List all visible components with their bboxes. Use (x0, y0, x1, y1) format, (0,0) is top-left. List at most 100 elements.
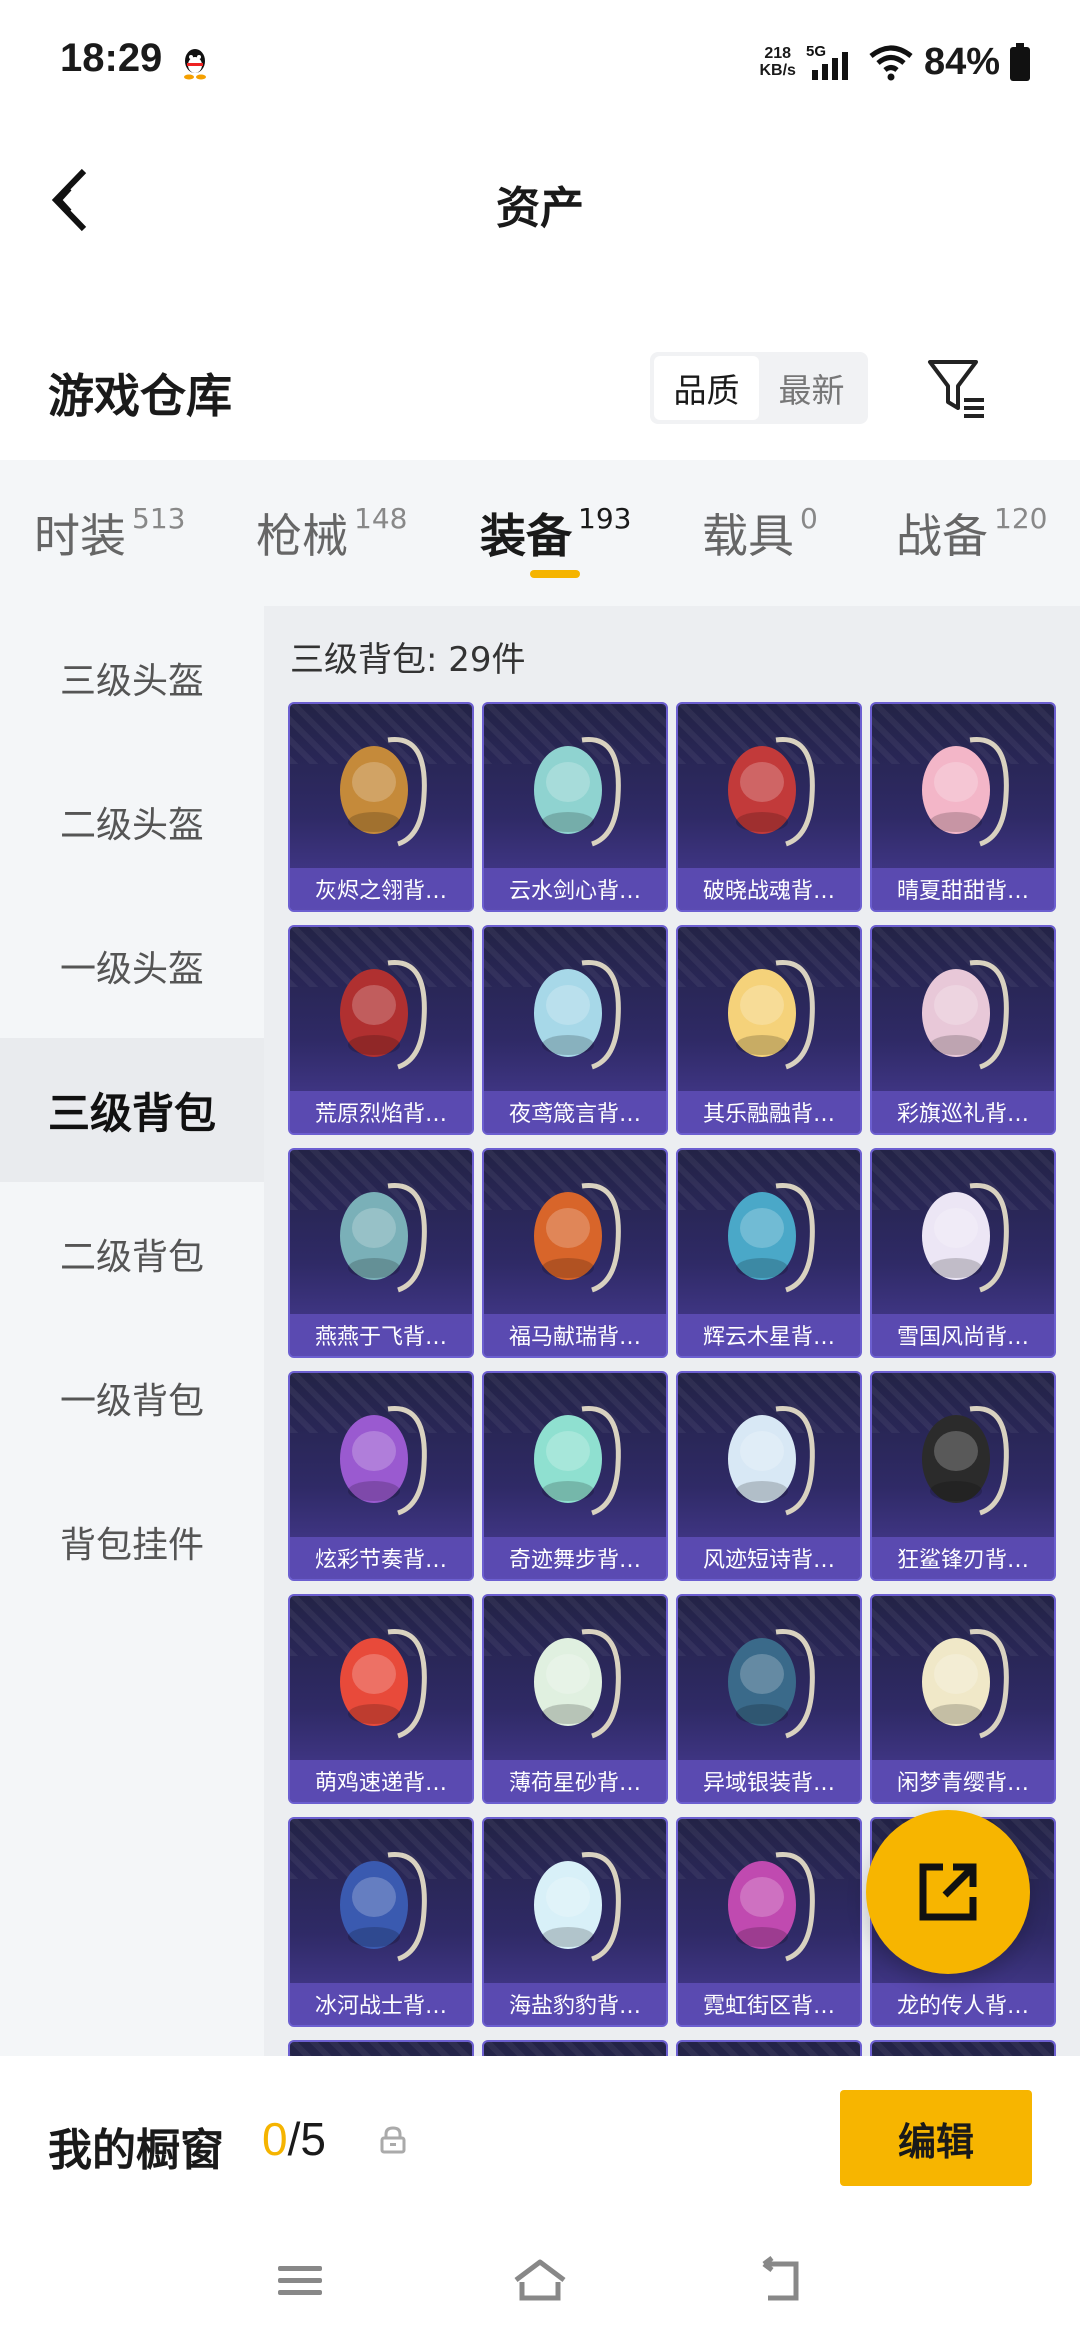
item-card[interactable]: 燕燕于飞背… (288, 1148, 474, 1358)
lock-icon (380, 2126, 406, 2154)
sort-latest-option[interactable]: 最新 (759, 356, 864, 420)
item-card-label: 异域银装背… (678, 1760, 860, 1802)
backpack-icon (534, 959, 621, 1070)
item-card-label: 狂鲨锋刃背… (872, 1537, 1054, 1579)
wifi-icon (869, 45, 913, 81)
backpack-icon (922, 736, 1009, 847)
qq-notification-icon (184, 49, 206, 80)
svg-text:5G: 5G (806, 43, 826, 60)
item-card[interactable]: 冰河战士背… (288, 1817, 474, 2027)
item-card[interactable]: 海盐豹豹背… (482, 1817, 668, 2027)
edit-button[interactable]: 编辑 (840, 2090, 1032, 2186)
sidebar-item-helmet-1[interactable]: 一级头盔 (0, 894, 264, 1038)
backpack-icon (728, 1851, 815, 1962)
sidebar-item-helmet-2[interactable]: 二级头盔 (0, 750, 264, 894)
item-card[interactable]: 云水剑心背… (482, 702, 668, 912)
item-card[interactable]: 荒原烈焰背… (288, 925, 474, 1135)
item-card[interactable]: 狂鲨锋刃背… (870, 1371, 1056, 1581)
backpack-icon (534, 1182, 621, 1293)
item-card-label: 夜鸢箴言背… (484, 1091, 666, 1133)
status-bar: 18:29 218 KB/s 5G 84% (0, 0, 1080, 120)
sidebar-item-backpack-1[interactable]: 一级背包 (0, 1326, 264, 1470)
item-card[interactable]: 晴夏甜甜背… (870, 702, 1056, 912)
item-card-label: 雪国风尚背… (872, 1314, 1054, 1356)
item-card[interactable] (288, 2040, 474, 2056)
backpack-icon (922, 1182, 1009, 1293)
item-card-label: 晴夏甜甜背… (872, 868, 1054, 910)
item-card-label: 风迹短诗背… (678, 1537, 860, 1579)
backpack-icon (340, 736, 427, 847)
item-card-label: 萌鸡速递背… (290, 1760, 472, 1802)
back-nav-icon[interactable] (750, 2256, 810, 2306)
item-card-label: 其乐融融背… (678, 1091, 860, 1133)
system-nav-bar (0, 2216, 1080, 2344)
item-card-label: 灰烬之翎背… (290, 868, 472, 910)
sidebar-item-helmet-3[interactable]: 三级头盔 (0, 606, 264, 750)
backpack-icon (534, 1628, 621, 1739)
cellular-5g-icon: 5G (806, 43, 848, 80)
item-card[interactable]: 奇迹舞步背… (482, 1371, 668, 1581)
item-card[interactable]: 破晓战魂背… (676, 702, 862, 912)
menu-icon[interactable] (270, 2256, 330, 2306)
backpack-icon (728, 959, 815, 1070)
item-card[interactable]: 夜鸢箴言背… (482, 925, 668, 1135)
sort-toggle: 品质 最新 (650, 352, 868, 424)
item-card[interactable]: 炫彩节奏背… (288, 1371, 474, 1581)
share-fab-button[interactable] (866, 1810, 1030, 1974)
home-icon[interactable] (510, 2256, 570, 2306)
external-link-icon (919, 1863, 977, 1921)
battery-icon (1010, 43, 1030, 81)
tab-firearms[interactable]: 枪械 148 (256, 500, 407, 566)
item-card[interactable] (870, 2040, 1056, 2056)
sidebar-item-backpack-3[interactable]: 三级背包 (0, 1038, 264, 1182)
category-tabs: 时装 513 枪械 148 装备 193 载具 0 战备 120 (0, 460, 1080, 606)
showcase-label: 我的橱窗 (48, 2125, 224, 2176)
item-card[interactable] (676, 2040, 862, 2056)
section-title: 游戏仓库 (48, 369, 232, 423)
item-card[interactable]: 薄荷星砂背… (482, 1594, 668, 1804)
item-card[interactable]: 灰烬之翎背… (288, 702, 474, 912)
backpack-icon (340, 1405, 427, 1516)
item-card[interactable]: 其乐融融背… (676, 925, 862, 1135)
item-card[interactable]: 萌鸡速递背… (288, 1594, 474, 1804)
backpack-icon (340, 959, 427, 1070)
item-card-label: 薄荷星砂背… (484, 1760, 666, 1802)
item-card[interactable]: 风迹短诗背… (676, 1371, 862, 1581)
item-card[interactable]: 异域银装背… (676, 1594, 862, 1804)
item-card[interactable]: 辉云木星背… (676, 1148, 862, 1358)
item-card-label: 彩旗巡礼背… (872, 1091, 1054, 1133)
item-card-label: 炫彩节奏背… (290, 1537, 472, 1579)
item-card[interactable]: 福马献瑞背… (482, 1148, 668, 1358)
tab-vehicles[interactable]: 载具 0 (702, 500, 818, 566)
grid-heading: 三级背包: 29件 (290, 640, 526, 680)
item-card-label: 辉云木星背… (678, 1314, 860, 1356)
sidebar-item-backpack-charm[interactable]: 背包挂件 (0, 1470, 264, 1614)
tab-fashion[interactable]: 时装 513 (34, 500, 185, 566)
item-card-label: 龙的传人背… (872, 1983, 1054, 2025)
item-card-label: 海盐豹豹背… (484, 1983, 666, 2025)
backpack-icon (728, 1628, 815, 1739)
backpack-icon (922, 1628, 1009, 1739)
item-card[interactable]: 雪国风尚背… (870, 1148, 1056, 1358)
sort-quality-option[interactable]: 品质 (654, 356, 759, 420)
tab-equipment[interactable]: 装备 193 (480, 500, 631, 566)
filter-button[interactable] (920, 352, 992, 424)
subcategory-sidebar: 三级头盔 二级头盔 一级头盔 三级背包 二级背包 一级背包 背包挂件 (0, 606, 264, 2056)
item-card[interactable] (482, 2040, 668, 2056)
item-card[interactable]: 霓虹街区背… (676, 1817, 862, 2027)
item-card-label: 福马献瑞背… (484, 1314, 666, 1356)
showcase-bar: 我的橱窗 0/5 编辑 (0, 2056, 1080, 2216)
backpack-icon (922, 959, 1009, 1070)
item-card[interactable]: 闲梦青缨背… (870, 1594, 1056, 1804)
active-tab-indicator (530, 570, 580, 578)
item-card-label: 破晓战魂背… (678, 868, 860, 910)
backpack-icon (340, 1182, 427, 1293)
sidebar-item-backpack-2[interactable]: 二级背包 (0, 1182, 264, 1326)
item-card[interactable]: 彩旗巡礼背… (870, 925, 1056, 1135)
backpack-icon (728, 1182, 815, 1293)
item-card-label: 奇迹舞步背… (484, 1537, 666, 1579)
backpack-icon (728, 736, 815, 847)
item-card-label: 燕燕于飞背… (290, 1314, 472, 1356)
tab-supplies[interactable]: 战备 120 (896, 500, 1047, 566)
backpack-icon (534, 736, 621, 847)
